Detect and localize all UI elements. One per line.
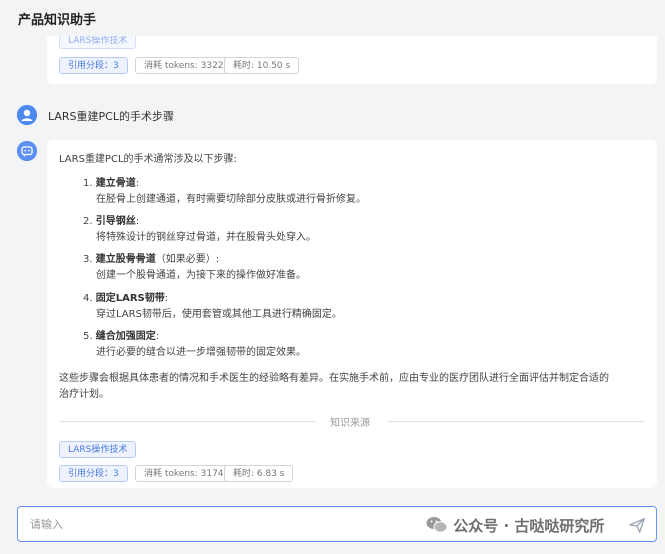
step-2-number: 2. — [83, 216, 93, 227]
step-3-number: 3. — [83, 254, 93, 265]
step-4-title: 固定LARS韧带 — [95, 293, 165, 304]
step-5-number: 5. — [83, 331, 93, 342]
step-3-desc: 创建一个股骨通道，为接下来的操作做好准备。 — [96, 270, 306, 281]
step-3-suffix: （如果必要）: — [155, 254, 220, 265]
previous-time-badge: 耗时: 10.50 s — [224, 57, 300, 74]
step-1-number: 1. — [83, 178, 93, 189]
answer-conclusion-line-2: 治疗计划。 — [59, 389, 109, 400]
time-badge: 耗时: 6.83 s — [224, 465, 294, 482]
answer-intro: LARS重建PCL的手术通常涉及以下步骤: — [59, 154, 237, 165]
step-4: 4. 固定LARS韧带: — [83, 291, 168, 306]
step-4-suffix: : — [164, 293, 169, 304]
step-3: 3. 建立股骨骨道（如果必要）: — [83, 252, 219, 267]
user-avatar-icon — [17, 105, 37, 125]
previous-citation-badge[interactable]: 引用分段：3 — [59, 57, 128, 74]
user-question: LARS重建PCL的手术步骤 — [48, 110, 174, 123]
step-5: 5. 缝合加强固定: — [83, 329, 159, 344]
step-4-desc: 穿过LARS韧带后，使用套管或其他工具进行精确固定。 — [96, 309, 342, 320]
send-icon[interactable] — [628, 516, 646, 534]
step-1: 1. 建立骨道: — [83, 176, 139, 191]
watermark-text: 公众号 · 古哒哒研究所 — [453, 517, 605, 535]
answer-card: LARS重建PCL的手术通常涉及以下步骤: 1. 建立骨道: 在胫骨上创建通道，… — [47, 140, 657, 488]
step-2: 2. 引导钢丝: — [83, 214, 139, 229]
previous-tokens-badge: 消耗 tokens: 3322 — [135, 57, 233, 74]
tokens-badge: 消耗 tokens: 3174 — [135, 465, 233, 482]
previous-answer-card: LARS操作技术 引用分段：3 消耗 tokens: 3322 耗时: 10.5… — [47, 28, 657, 84]
step-2-title: 引导钢丝 — [95, 216, 136, 227]
source-label: 知识来源 — [330, 418, 370, 429]
step-2-suffix: : — [135, 216, 140, 227]
user-avatar — [17, 105, 37, 125]
source-divider-right — [387, 421, 645, 422]
app-title: 产品知识助手 — [18, 13, 97, 28]
source-divider-left — [59, 421, 315, 422]
step-1-suffix: : — [135, 178, 140, 189]
step-5-suffix: : — [155, 331, 160, 342]
step-1-title: 建立骨道 — [95, 178, 136, 189]
step-5-desc: 进行必要的缝合以进一步增强韧带的固定效果。 — [96, 347, 306, 358]
app-header: 产品知识助手 — [0, 0, 665, 36]
step-1-desc: 在胫骨上创建通道，有时需要切除部分皮肤或进行骨折修复。 — [96, 194, 366, 205]
robot-icon — [17, 141, 37, 161]
citation-badge[interactable]: 引用分段：3 — [59, 465, 128, 482]
step-4-number: 4. — [83, 293, 93, 304]
wechat-icon — [426, 517, 448, 533]
step-2-desc: 将特殊设计的钢丝穿过骨道，并在股骨头处穿入。 — [96, 232, 316, 243]
source-tag[interactable]: LARS操作技术 — [59, 441, 137, 458]
step-3-title: 建立股骨骨道 — [95, 254, 156, 265]
answer-conclusion-line-1: 这些步骤会根据具体患者的情况和手术医生的经验略有差异。在实施手术前，应由专业的医… — [59, 373, 609, 384]
bot-avatar — [17, 141, 37, 161]
step-5-title: 缝合加强固定 — [95, 331, 156, 342]
watermark: 公众号 · 古哒哒研究所 — [426, 515, 604, 536]
